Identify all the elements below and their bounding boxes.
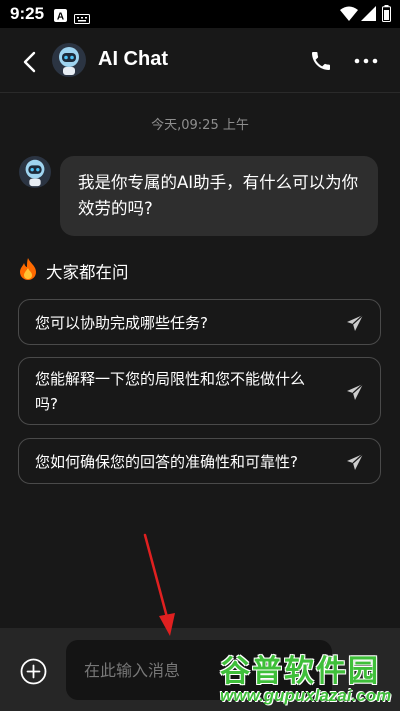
- faq-title: 大家都在问: [46, 263, 129, 282]
- send-icon: [346, 453, 364, 471]
- status-bar: 9:25 A: [0, 0, 400, 28]
- bot-avatar: [19, 156, 51, 188]
- faq-question-text: 您可以协助完成哪些任务?: [35, 314, 208, 332]
- watermark: 谷普软件园 www.gupuxlazai.com: [216, 646, 400, 711]
- chat-title: AI Chat: [98, 48, 168, 70]
- more-options-button[interactable]: [352, 49, 380, 73]
- back-arrow-icon: [16, 51, 44, 80]
- robot-avatar-icon: [52, 43, 86, 81]
- add-attachment-button[interactable]: [20, 658, 47, 685]
- signal-icon: [361, 6, 376, 25]
- chat-header: AI Chat: [0, 28, 400, 93]
- fire-icon: [18, 258, 38, 280]
- watermark-title: 谷普软件园: [220, 654, 380, 689]
- phone-icon: [309, 52, 333, 77]
- svg-text:A: A: [57, 12, 64, 23]
- faq-question-text: 您如何确保您的回答的准确性和可靠性?: [35, 453, 298, 471]
- faq-item[interactable]: 您可以协助完成哪些任务?: [18, 299, 381, 345]
- status-time: 9:25: [10, 4, 45, 23]
- send-icon: [346, 383, 364, 401]
- text-a-icon: A: [54, 7, 67, 26]
- faq-question-text: 您能解释一下您的局限性和您不能做什么吗?: [35, 370, 306, 413]
- battery-icon: [382, 5, 391, 26]
- header-avatar[interactable]: [52, 43, 86, 77]
- wifi-icon: [340, 6, 358, 25]
- back-button[interactable]: [16, 48, 44, 76]
- call-button[interactable]: [309, 49, 333, 73]
- faq-item[interactable]: 您能解释一下您的局限性和您不能做什么吗?: [18, 357, 381, 425]
- faq-item[interactable]: 您如何确保您的回答的准确性和可靠性?: [18, 438, 381, 484]
- send-icon: [346, 314, 364, 332]
- annotation-arrow-icon: [143, 533, 175, 636]
- watermark-url: www.gupuxlazai.com: [220, 686, 392, 705]
- keyboard-icon: [74, 9, 90, 28]
- bot-message-bubble: 我是你专属的AI助手，有什么可以为你效劳的吗?: [60, 156, 378, 236]
- message-timestamp: 今天,09:25 上午: [151, 118, 249, 133]
- more-dots-icon: [352, 58, 380, 77]
- plus-circle-icon: [20, 658, 47, 689]
- robot-avatar-icon: [19, 156, 51, 192]
